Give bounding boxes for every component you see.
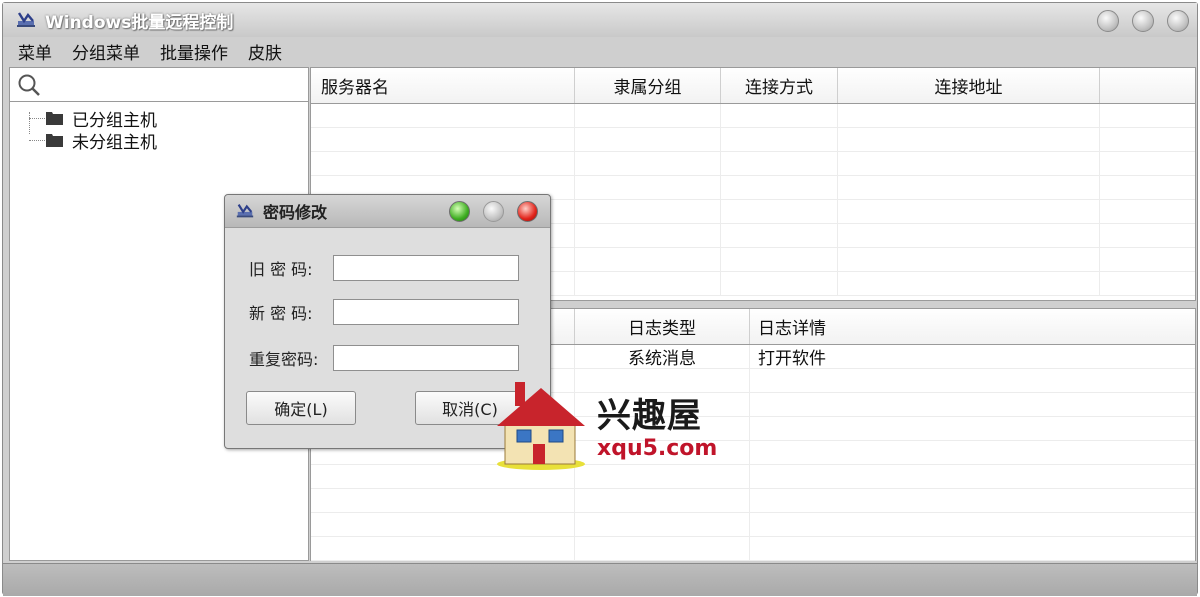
menu-bar: 菜单 分组菜单 批量操作 皮肤 — [3, 37, 1197, 65]
server-table-header: 服务器名 隶属分组 连接方式 连接地址 — [311, 68, 1195, 104]
folder-icon — [46, 112, 63, 125]
table-row — [311, 465, 1195, 489]
watermark-domain: xqu5.com — [597, 436, 718, 461]
menu-main[interactable]: 菜单 — [18, 39, 52, 64]
column-header-log-type[interactable]: 日志类型 — [575, 309, 750, 344]
log-detail-cell: 打开软件 — [758, 349, 826, 369]
title-bar[interactable]: Windows批量远程控制 — [3, 3, 1197, 37]
tree-item-ungrouped-hosts[interactable]: 未分组主机 — [10, 129, 308, 153]
tree-item-grouped-hosts[interactable]: 已分组主机 — [10, 107, 308, 131]
repeat-password-input[interactable] — [333, 345, 519, 371]
old-password-input[interactable] — [333, 255, 519, 281]
table-row[interactable] — [311, 152, 1195, 176]
remote-desktop-app-icon — [17, 12, 35, 27]
old-password-row: 旧 密 码: — [249, 255, 519, 281]
column-header-server-name[interactable]: 服务器名 — [311, 68, 575, 103]
new-password-label: 新 密 码: — [249, 304, 313, 323]
log-type-cell: 系统消息 — [575, 345, 750, 369]
dialog-minimize-button[interactable] — [449, 201, 470, 222]
table-row — [311, 537, 1195, 561]
column-header-group[interactable]: 隶属分组 — [575, 68, 721, 103]
watermark-name: 兴趣屋 — [597, 396, 702, 436]
dialog-title-bar[interactable]: 密码修改 — [225, 195, 550, 228]
dialog-controls — [449, 201, 538, 222]
menu-group[interactable]: 分组菜单 — [72, 39, 140, 64]
confirm-button[interactable]: 确定(L) — [246, 391, 356, 425]
house-logo-icon — [497, 382, 585, 470]
maximize-button[interactable] — [1132, 10, 1154, 32]
search-icon[interactable] — [16, 72, 42, 98]
table-row — [311, 513, 1195, 537]
minimize-button[interactable] — [1097, 10, 1119, 32]
window-title: Windows批量远程控制 — [45, 12, 234, 33]
status-bar — [3, 563, 1197, 596]
window-controls — [1097, 10, 1189, 32]
column-header-log-detail[interactable]: 日志详情 — [750, 309, 1195, 344]
table-row[interactable] — [311, 128, 1195, 152]
host-tree: 已分组主机 未分组主机 — [10, 102, 308, 153]
close-button[interactable] — [1167, 10, 1189, 32]
column-header-connection-type[interactable]: 连接方式 — [721, 68, 838, 103]
search-input[interactable] — [46, 72, 301, 96]
dialog-maximize-button[interactable] — [483, 201, 504, 222]
search-box — [10, 68, 308, 102]
column-header-extra — [1100, 68, 1195, 103]
dialog-title: 密码修改 — [263, 203, 328, 222]
table-row[interactable] — [311, 104, 1195, 128]
new-password-input[interactable] — [333, 299, 519, 325]
repeat-password-label: 重复密码: — [249, 350, 319, 369]
remote-desktop-app-icon — [236, 204, 254, 218]
site-watermark: 兴趣屋 xqu5.com — [493, 382, 723, 474]
tree-connector — [29, 140, 45, 141]
main-window: Windows批量远程控制 菜单 分组菜单 批量操作 皮肤 已分组主机 未分组主… — [2, 2, 1198, 596]
old-password-label: 旧 密 码: — [249, 260, 313, 279]
dialog-close-button[interactable] — [517, 201, 538, 222]
repeat-password-row: 重复密码: — [249, 345, 519, 371]
tree-connector — [29, 118, 45, 119]
column-header-connection-address[interactable]: 连接地址 — [838, 68, 1100, 103]
menu-batch-ops[interactable]: 批量操作 — [160, 39, 228, 64]
folder-icon — [46, 134, 63, 147]
new-password-row: 新 密 码: — [249, 299, 519, 325]
table-row — [311, 489, 1195, 513]
menu-skin[interactable]: 皮肤 — [248, 39, 282, 64]
tree-item-label: 未分组主机 — [72, 132, 157, 153]
